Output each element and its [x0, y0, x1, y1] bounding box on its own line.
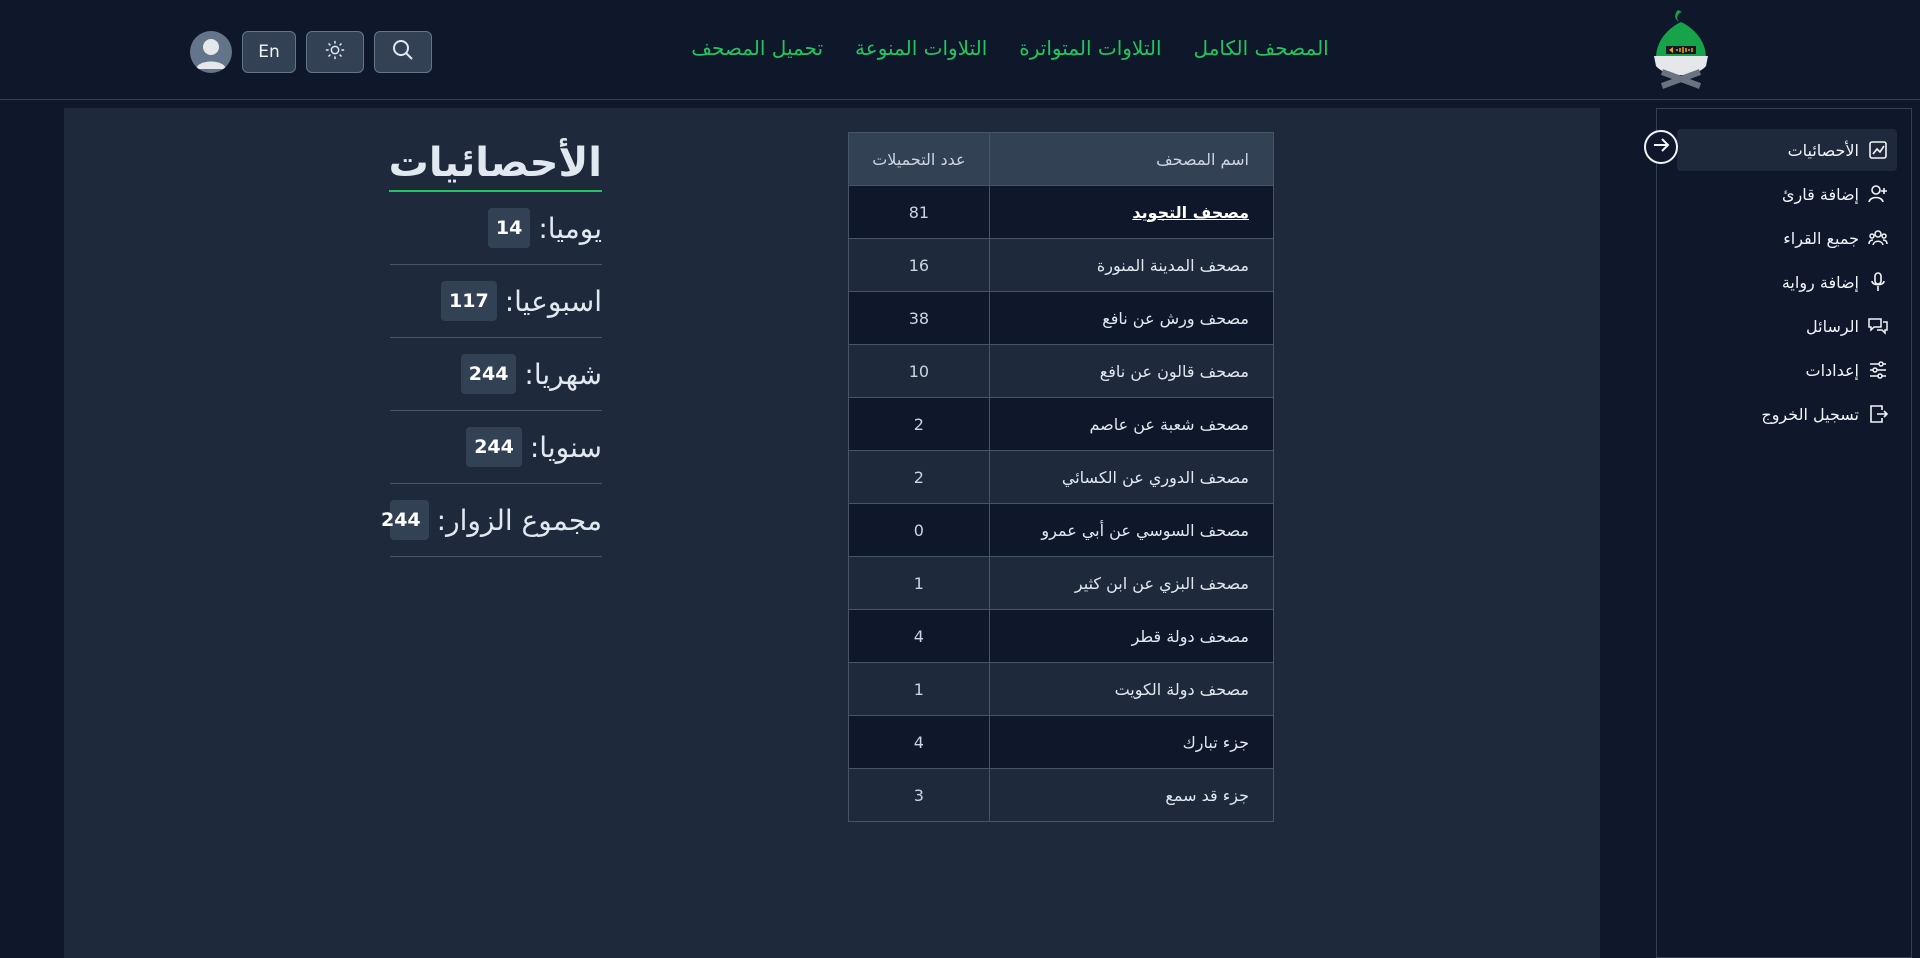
- logout-icon: [1867, 403, 1889, 425]
- mushaf-name: مصحف دولة الكويت: [988, 662, 1275, 716]
- site-logo[interactable]: [1652, 8, 1710, 90]
- sidebar-menu: الأحصائيات إضافة قارئ جميع القراء إضافة …: [1677, 129, 1897, 437]
- nav-various-recitations[interactable]: التلاوات المنوعة: [855, 36, 987, 66]
- sidebar-item-label: جميع القراء: [1783, 228, 1859, 248]
- users-icon: [1867, 227, 1889, 249]
- header-toolbar: En: [190, 30, 432, 74]
- download-count: 1: [848, 556, 990, 610]
- sidebar-item-label: الأحصائيات: [1787, 140, 1859, 160]
- table-row: مصحف قالون عن نافع 10: [848, 344, 1275, 398]
- sidebar-item-settings[interactable]: إعدادات: [1677, 349, 1897, 391]
- main-content: [64, 108, 1600, 958]
- download-count: 10: [848, 344, 990, 398]
- sidebar-item-logout[interactable]: تسجيل الخروج: [1677, 393, 1897, 435]
- stat-value-badge: 244: [466, 427, 522, 467]
- chat-icon: [1867, 315, 1889, 337]
- sidebar-item-label: إعدادات: [1805, 360, 1859, 380]
- stat-value-badge: 14: [487, 208, 531, 248]
- sidebar-item-label: تسجيل الخروج: [1761, 404, 1859, 424]
- mushaf-name: مصحف دولة قطر: [988, 609, 1275, 663]
- stat-weekly: اسبوعيا: 117: [390, 265, 602, 338]
- table-row: مصحف السوسي عن أبي عمرو 0: [848, 503, 1275, 557]
- column-header-count: عدد التحميلات: [848, 132, 990, 186]
- stat-label: يوميا:: [538, 211, 602, 245]
- table-row: مصحف دولة قطر 4: [848, 609, 1275, 663]
- sidebar-toggle-button[interactable]: [1644, 130, 1678, 164]
- sidebar-item-label: الرسائل: [1806, 316, 1859, 336]
- theme-toggle-button[interactable]: [306, 31, 364, 73]
- language-button[interactable]: En: [242, 31, 296, 73]
- download-count: 4: [848, 715, 990, 769]
- stat-daily: يوميا: 14: [390, 192, 602, 265]
- search-button[interactable]: [374, 31, 432, 73]
- page-title: الأحصائيات: [388, 140, 602, 192]
- stat-label: شهريا:: [524, 357, 602, 391]
- main-nav: المصحف الكامل التلاوات المتواترة التلاوا…: [660, 36, 1360, 66]
- sidebar-item-all-readers[interactable]: جميع القراء: [1677, 217, 1897, 259]
- mushaf-name: جزء تبارك: [988, 715, 1275, 769]
- statistics-panel: الأحصائيات يوميا: 14 اسبوعيا: 117 شهريا:…: [381, 140, 602, 557]
- download-count: 1: [848, 662, 990, 716]
- sun-icon: [324, 39, 346, 66]
- table-row: جزء تبارك 4: [848, 715, 1275, 769]
- mushaf-name: مصحف قالون عن نافع: [988, 344, 1275, 398]
- stat-total-visitors: مجموع الزوار: 244: [381, 484, 602, 557]
- sidebar-item-messages[interactable]: الرسائل: [1677, 305, 1897, 347]
- mushaf-name: مصحف شعبة عن عاصم: [988, 397, 1275, 451]
- nav-download-mushaf[interactable]: تحميل المصحف: [691, 36, 823, 66]
- stat-label: اسبوعيا:: [504, 284, 602, 318]
- mushaf-name: مصحف السوسي عن أبي عمرو: [988, 503, 1275, 557]
- mushaf-name: مصحف ورش عن نافع: [988, 291, 1275, 345]
- download-count: 4: [848, 609, 990, 663]
- table-row: مصحف شعبة عن عاصم 2: [848, 397, 1275, 451]
- stat-label: سنويا:: [529, 430, 602, 464]
- mushaf-name: مصحف الدوري عن الكسائي: [988, 450, 1275, 504]
- microphone-icon: [1867, 271, 1889, 293]
- stat-monthly: شهريا: 244: [390, 338, 602, 411]
- sidebar-item-add-reader[interactable]: إضافة قارئ: [1677, 173, 1897, 215]
- stat-label: مجموع الزوار:: [436, 503, 602, 537]
- mushaf-name: جزء قد سمع: [988, 768, 1275, 822]
- stat-value-badge: 117: [441, 281, 497, 321]
- sliders-icon: [1867, 359, 1889, 381]
- mushaf-name-link[interactable]: مصحف التجويد: [988, 185, 1275, 239]
- download-count: 2: [848, 450, 990, 504]
- download-count: 3: [848, 768, 990, 822]
- sidebar-item-statistics[interactable]: الأحصائيات: [1677, 129, 1897, 171]
- table-row: مصحف دولة الكويت 1: [848, 662, 1275, 716]
- downloads-table: اسم المصحف عدد التحميلات مصحف التجويد 81…: [848, 132, 1275, 822]
- search-icon: [391, 38, 415, 67]
- table-row: مصحف الدوري عن الكسائي 2: [848, 450, 1275, 504]
- download-count: 16: [848, 238, 990, 292]
- stat-value-badge: 244: [381, 500, 429, 540]
- stat-value-badge: 244: [460, 354, 517, 394]
- mushaf-name: مصحف المدينة المنورة: [988, 238, 1275, 292]
- column-header-name: اسم المصحف: [988, 132, 1275, 186]
- mushaf-name: مصحف البزي عن ابن كثير: [988, 556, 1275, 610]
- nav-mutawatir-recitations[interactable]: التلاوات المتواترة: [1019, 36, 1161, 66]
- sidebar-item-label: إضافة رواية: [1781, 272, 1859, 292]
- nav-full-mushaf[interactable]: المصحف الكامل: [1194, 36, 1329, 66]
- table-row: مصحف البزي عن ابن كثير 1: [848, 556, 1275, 610]
- sidebar-item-label: إضافة قارئ: [1782, 184, 1859, 204]
- download-count: 81: [848, 185, 990, 239]
- top-header: المصحف الكامل التلاوات المتواترة التلاوا…: [0, 0, 1920, 100]
- table-row: مصحف ورش عن نافع 38: [848, 291, 1275, 345]
- chart-line-icon: [1867, 139, 1889, 161]
- user-plus-icon: [1867, 183, 1889, 205]
- admin-sidebar: الأحصائيات إضافة قارئ جميع القراء إضافة …: [1656, 108, 1912, 958]
- table-header-row: اسم المصحف عدد التحميلات: [848, 132, 1275, 186]
- download-count: 2: [848, 397, 990, 451]
- table-row: مصحف المدينة المنورة 16: [848, 238, 1275, 292]
- sidebar-item-add-narration[interactable]: إضافة رواية: [1677, 261, 1897, 303]
- download-count: 0: [848, 503, 990, 557]
- table-row: مصحف التجويد 81: [848, 185, 1275, 239]
- table-row: جزء قد سمع 3: [848, 768, 1275, 822]
- stat-yearly: سنويا: 244: [390, 411, 602, 484]
- user-avatar-icon[interactable]: [190, 31, 232, 73]
- arrow-right-icon: [1650, 134, 1672, 160]
- download-count: 38: [848, 291, 990, 345]
